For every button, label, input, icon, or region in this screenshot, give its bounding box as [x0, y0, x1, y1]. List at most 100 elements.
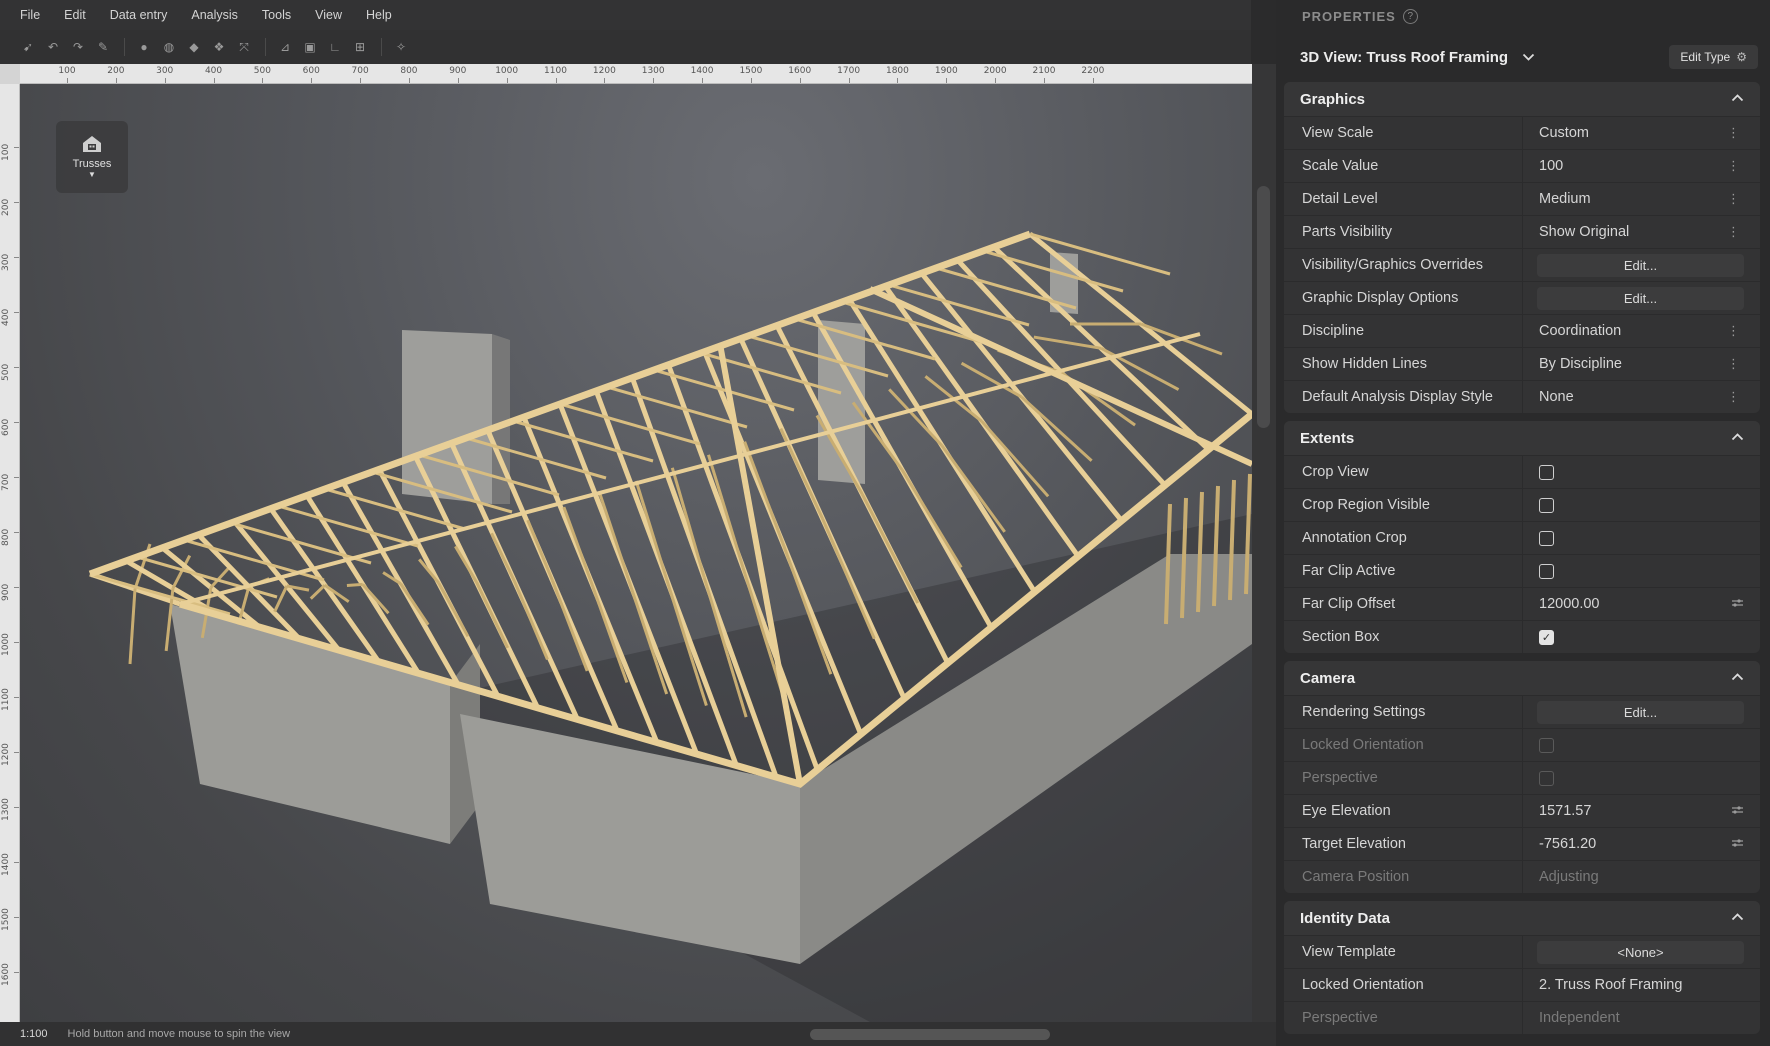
ruler-tick [360, 78, 362, 83]
checkbox[interactable] [1539, 563, 1554, 579]
3d-viewport[interactable]: Trusses ▼ [20, 84, 1252, 1022]
chevron-up-icon[interactable] [1731, 429, 1744, 444]
property-value-scale-value[interactable]: 100 ⋮ [1523, 150, 1760, 182]
section-extents: Extents Crop View Crop Region Visible Annot… [1284, 421, 1760, 653]
section-header-extents[interactable]: Extents [1284, 421, 1760, 455]
ruler-tick [457, 78, 459, 83]
section-icon[interactable]: ⊞ [350, 37, 370, 57]
property-row-section-box: Section Box ✓ [1284, 620, 1760, 653]
section-header-camera[interactable]: Camera [1284, 661, 1760, 695]
select-icon[interactable]: ➹ [18, 37, 38, 57]
truss-web [707, 454, 745, 568]
property-value-show-hidden-lines[interactable]: By Discipline ⋮ [1523, 348, 1760, 380]
sliders-icon[interactable] [1731, 597, 1744, 611]
menu-tools[interactable]: Tools [262, 8, 291, 22]
property-value-rendering-settings[interactable]: Edit... [1523, 696, 1760, 728]
property-value-default-analysis-display-style[interactable]: None ⋮ [1523, 381, 1760, 413]
globe-icon[interactable]: ◍ [159, 37, 179, 57]
type-selector[interactable]: 3D View: Truss Roof Framing Edit Type ⚙ [1276, 32, 1770, 82]
horizontal-scrollbar-thumb[interactable] [810, 1029, 1050, 1040]
more-options-icon[interactable]: ⋮ [1727, 158, 1740, 174]
property-value-crop-view[interactable] [1523, 456, 1760, 488]
menu-edit[interactable]: Edit [64, 8, 86, 22]
chevron-down-icon[interactable] [1522, 50, 1535, 65]
menu-view[interactable]: View [315, 8, 342, 22]
ruler-tick [555, 78, 557, 83]
checkbox[interactable] [1539, 497, 1554, 513]
shapes-icon[interactable]: ◆ [184, 37, 204, 57]
sliders-icon[interactable] [1731, 804, 1744, 818]
property-value-parts-visibility[interactable]: Show Original ⋮ [1523, 216, 1760, 248]
status-scale[interactable]: 1:100 [20, 1028, 48, 1040]
truss-web [209, 566, 231, 589]
ruler-tick [311, 78, 313, 83]
property-value-text: Independent [1539, 1010, 1620, 1026]
more-options-icon[interactable]: ⋮ [1727, 224, 1740, 240]
ruler-tick-label: 1200 [592, 66, 616, 76]
sliders-icon[interactable] [1731, 837, 1744, 851]
help-icon[interactable]: ? [1402, 8, 1418, 24]
undo-icon[interactable]: ↶ [43, 37, 63, 57]
edit-button[interactable]: Edit... [1537, 701, 1744, 724]
ruler-tick [164, 78, 166, 83]
menu-analysis[interactable]: Analysis [191, 8, 238, 22]
truss-back-rafter [559, 402, 701, 446]
more-options-icon[interactable]: ⋮ [1727, 125, 1740, 141]
truss-roof-model[interactable] [20, 84, 1252, 1022]
ruler-tick-label: 1000 [495, 66, 519, 76]
sphere-icon[interactable]: ● [134, 37, 154, 57]
property-label: Eye Elevation [1284, 795, 1523, 827]
checkbox[interactable] [1539, 530, 1554, 546]
property-row-far-clip-active: Far Clip Active [1284, 554, 1760, 587]
property-row-locked-orientation: Locked Orientation 2. Truss Roof Framing [1284, 968, 1760, 1001]
menu-data-entry[interactable]: Data entry [110, 8, 168, 22]
frame-icon[interactable]: ▣ [300, 37, 320, 57]
more-options-icon[interactable]: ⋮ [1727, 356, 1740, 372]
property-value-target-elevation[interactable]: -7561.20 [1523, 828, 1760, 860]
property-value-visibility-graphics-overrides[interactable]: Edit... [1523, 249, 1760, 281]
menu-file[interactable]: File [20, 8, 40, 22]
checkbox[interactable] [1539, 464, 1554, 480]
property-value-eye-elevation[interactable]: 1571.57 [1523, 795, 1760, 827]
edit-button[interactable]: Edit... [1537, 254, 1744, 277]
view-category-chip[interactable]: Trusses ▼ [56, 121, 128, 193]
more-options-icon[interactable]: ⋮ [1727, 191, 1740, 207]
property-value-graphic-display-options[interactable]: Edit... [1523, 282, 1760, 314]
property-value-far-clip-offset[interactable]: 12000.00 [1523, 588, 1760, 620]
section-graphics: Graphics View Scale Custom ⋮ Scale Value 100 ⋮… [1284, 82, 1760, 413]
edit-type-button[interactable]: Edit Type ⚙ [1669, 45, 1758, 69]
property-row-rendering-settings: Rendering Settings Edit... [1284, 695, 1760, 728]
truss-web [346, 582, 363, 588]
property-value-view-scale[interactable]: Custom ⋮ [1523, 117, 1760, 149]
edit-button[interactable]: <None> [1537, 941, 1744, 964]
vertical-scrollbar-thumb[interactable] [1257, 186, 1270, 428]
chevron-up-icon[interactable] [1731, 669, 1744, 684]
redo-icon[interactable]: ↷ [68, 37, 88, 57]
expand-icon[interactable]: ⤧ [234, 37, 254, 57]
chevron-up-icon[interactable] [1731, 90, 1744, 105]
checkbox-checked[interactable]: ✓ [1539, 629, 1554, 645]
property-value-detail-level[interactable]: Medium ⋮ [1523, 183, 1760, 215]
property-value-annotation-crop[interactable] [1523, 522, 1760, 554]
chevron-up-icon[interactable] [1731, 909, 1744, 924]
pencil-icon[interactable]: ✎ [93, 37, 113, 57]
section-header-identity-data[interactable]: Identity Data [1284, 901, 1760, 935]
section-header-graphics[interactable]: Graphics [1284, 82, 1760, 116]
group-icon[interactable]: ❖ [209, 37, 229, 57]
more-options-icon[interactable]: ⋮ [1727, 389, 1740, 405]
truss-web [1020, 395, 1093, 462]
magic-wand-icon[interactable]: ✧ [391, 37, 411, 57]
measure-icon[interactable]: ⊿ [275, 37, 295, 57]
menu-help[interactable]: Help [366, 8, 392, 22]
more-options-icon[interactable]: ⋮ [1727, 323, 1740, 339]
property-value-far-clip-active[interactable] [1523, 555, 1760, 587]
property-value-discipline[interactable]: Coordination ⋮ [1523, 315, 1760, 347]
property-value-crop-region-visible[interactable] [1523, 489, 1760, 521]
menu-bar: File Edit Data entry Analysis Tools View Help [0, 0, 1251, 30]
property-value-view-template[interactable]: <None> [1523, 936, 1760, 968]
ruler-tick [14, 477, 19, 478]
edit-button[interactable]: Edit... [1537, 287, 1744, 310]
property-value-section-box[interactable]: ✓ [1523, 621, 1760, 653]
property-value-locked-orientation[interactable]: 2. Truss Roof Framing [1523, 969, 1760, 1001]
angle-icon[interactable]: ∟ [325, 37, 345, 57]
